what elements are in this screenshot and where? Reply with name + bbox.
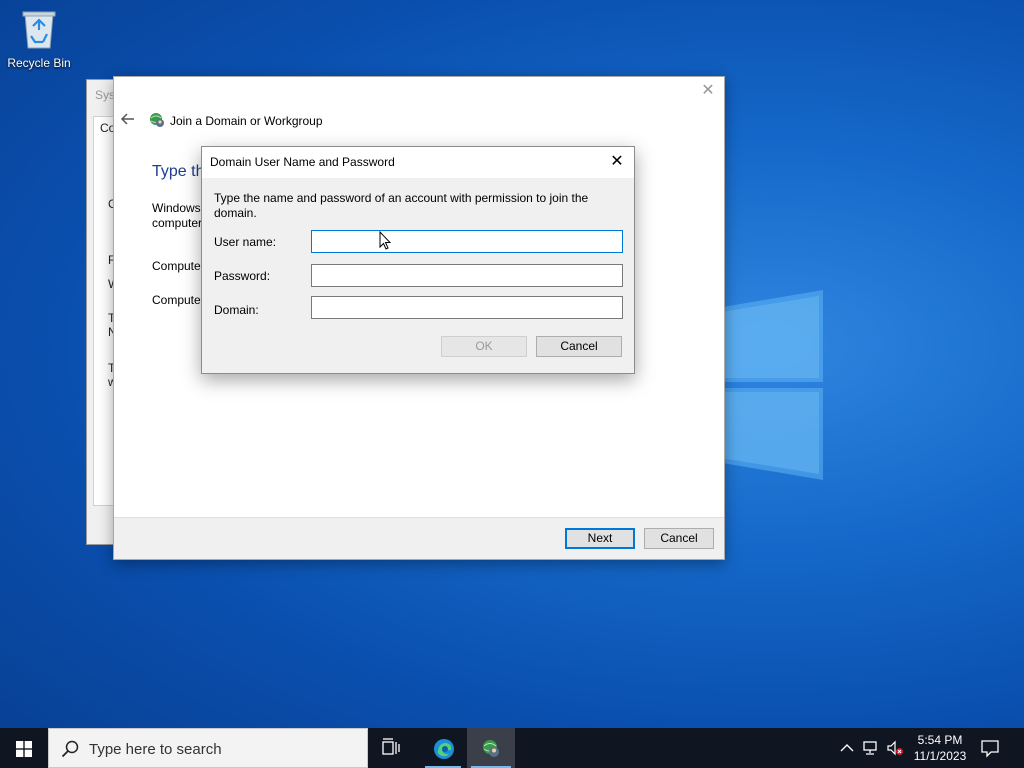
mouse-cursor-icon — [379, 231, 391, 250]
taskbar: Type here to search 5:54 PM 11/1/2023 — [0, 728, 1024, 768]
windows-start-icon — [16, 741, 32, 757]
wizard-text: Compute — [152, 293, 201, 307]
username-label: User name: — [214, 235, 277, 249]
clock-time: 5:54 PM — [917, 733, 963, 747]
username-input[interactable] — [311, 230, 623, 253]
network-globe-icon — [150, 113, 164, 127]
network-icon[interactable] — [862, 739, 880, 757]
notifications-icon[interactable] — [980, 738, 1000, 758]
network-user-icon — [483, 740, 499, 757]
task-view-button[interactable] — [368, 728, 416, 768]
wizard-cancel-button[interactable]: Cancel — [644, 528, 714, 549]
task-view-icon — [382, 738, 400, 755]
password-input[interactable] — [311, 264, 623, 287]
password-label: Password: — [214, 269, 271, 283]
dialog-titlebar: Domain User Name and Password ✕ — [202, 147, 634, 178]
wizard-text: Windows — [152, 201, 201, 215]
wizard-text: computer — [152, 216, 203, 230]
wizard-title: Join a Domain or Workgroup — [170, 114, 323, 128]
recycle-bin[interactable]: Recycle Bin — [6, 6, 72, 70]
taskbar-search-box[interactable]: Type here to search — [48, 728, 368, 768]
recycle-bin-label: Recycle Bin — [7, 56, 71, 70]
credentials-dialog: Domain User Name and Password ✕ Type the… — [201, 146, 635, 374]
domain-label: Domain: — [214, 303, 259, 317]
wizard-text: Compute — [152, 259, 201, 273]
dialog-title: Domain User Name and Password — [210, 155, 395, 169]
recycle-bin-icon — [22, 11, 56, 49]
dialog-description: Type the name and password of an account… — [214, 191, 589, 220]
system-properties-taskbar-button[interactable] — [467, 728, 515, 768]
search-icon — [61, 740, 79, 758]
edge-taskbar-button[interactable] — [419, 728, 467, 768]
back-arrow-icon[interactable] — [120, 111, 136, 127]
start-button[interactable] — [0, 728, 48, 768]
wizard-footer: Next Cancel — [114, 517, 724, 559]
wizard-heading: Type th — [152, 163, 205, 180]
next-button[interactable]: Next — [565, 528, 635, 549]
domain-input[interactable] — [311, 296, 623, 319]
edge-browser-icon — [434, 739, 454, 759]
taskbar-clock[interactable]: 5:54 PM 11/1/2023 — [908, 732, 972, 764]
dialog-close-button[interactable]: ✕ — [606, 151, 628, 173]
chevron-up-icon[interactable] — [838, 739, 856, 757]
search-placeholder: Type here to search — [89, 741, 222, 758]
wizard-close-button[interactable]: ✕ — [698, 81, 718, 101]
volume-muted-icon[interactable] — [886, 739, 904, 757]
dialog-cancel-button[interactable]: Cancel — [536, 336, 622, 357]
clock-date: 11/1/2023 — [913, 749, 967, 763]
ok-button[interactable]: OK — [441, 336, 527, 357]
